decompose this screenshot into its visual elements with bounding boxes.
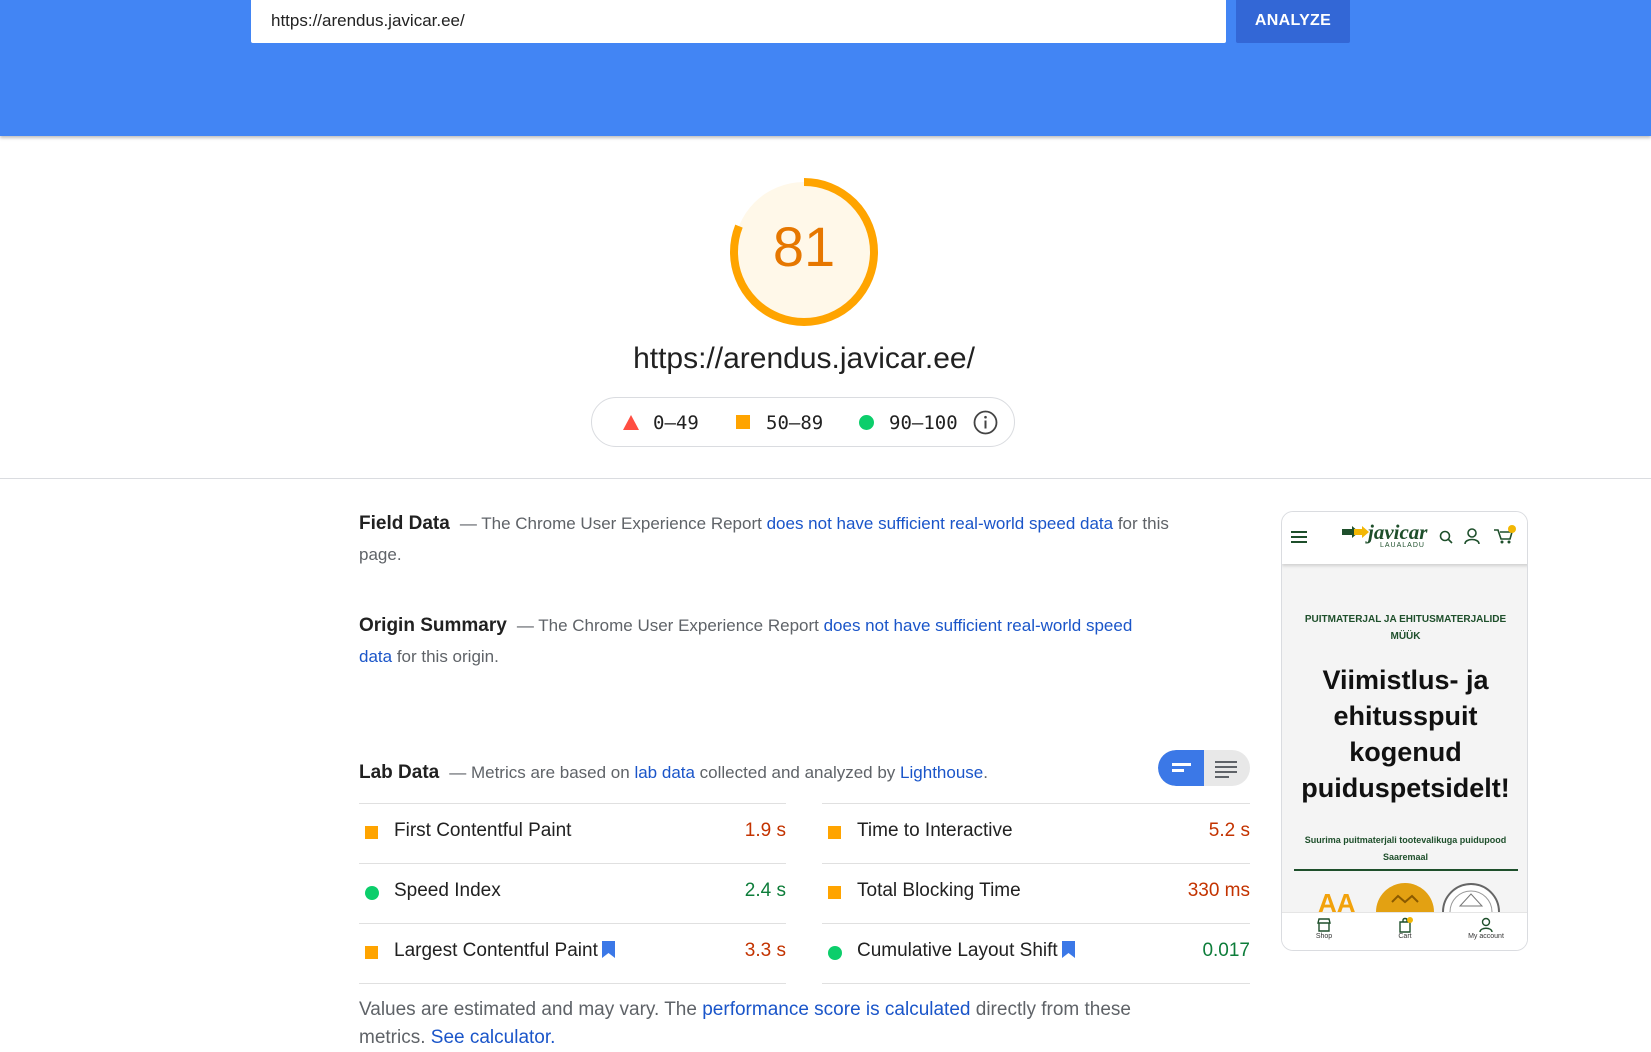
legend-average-range: 50–89	[766, 412, 824, 434]
lab-data-link[interactable]: lab data	[634, 763, 695, 782]
lab-data-text-middle: collected and analyzed by	[694, 763, 901, 782]
score-legend: 0–49 50–89 90–100	[591, 397, 1015, 447]
metric-value: 1.9 s	[744, 820, 786, 841]
legend-good-range: 90–100	[889, 412, 958, 434]
metric-label: Time to Interactive	[857, 820, 1013, 841]
origin-summary-text: — The Chrome User Experience Report	[516, 616, 824, 635]
origin-summary-section: Origin Summary — The Chrome User Experien…	[359, 610, 1169, 672]
metric-value: 5.2 s	[1208, 820, 1250, 841]
metric-label-text: Largest Contentful Paint	[394, 940, 598, 961]
origin-summary-title: Origin Summary	[359, 615, 507, 636]
lighthouse-link[interactable]: Lighthouse	[900, 763, 983, 782]
account-icon	[1479, 917, 1493, 933]
metric-label: Speed Index	[394, 880, 501, 901]
thumbnail-logo-sub: LAUALADU	[1380, 542, 1425, 549]
metric-row[interactable]: Total Blocking Time 330 ms	[822, 863, 1250, 923]
lab-data-title: Lab Data	[359, 762, 440, 783]
report-url: https://arendus.javicar.ee/	[633, 342, 975, 375]
field-data-title: Field Data	[359, 513, 450, 534]
field-data-section: Field Data — The Chrome User Experience R…	[359, 508, 1169, 570]
poor-triangle-icon	[623, 415, 639, 430]
page-screenshot-thumbnail: PUITMATERJAL JA EHITUSMATERJALIDE MÜÜK V…	[1281, 511, 1528, 951]
average-square-icon	[828, 886, 841, 899]
bar-view-button[interactable]	[1158, 750, 1204, 786]
disclaimer-text-before: Values are estimated and may vary. The	[359, 999, 703, 1020]
cart-icon	[1494, 525, 1516, 544]
legend-poor-range: 0–49	[653, 412, 699, 434]
section-divider	[0, 478, 1651, 479]
award-logo-icon: AA	[1318, 888, 1356, 912]
metrics-view-toggle[interactable]	[1158, 750, 1250, 786]
metric-row[interactable]: Cumulative Layout Shift 0.017	[822, 923, 1250, 984]
thumbnail-subtitle: Suurima puitmaterjali tootevalikuga puid…	[1304, 835, 1507, 862]
menu-icon	[1291, 531, 1307, 543]
list-icon	[1215, 761, 1237, 778]
thumbnail-bottom-nav: Shop Cart My account	[1282, 912, 1527, 950]
bookmark-icon	[601, 941, 615, 958]
thumbnail-nav-cart: Cart	[1375, 915, 1435, 940]
metric-value: 0.017	[1202, 940, 1250, 961]
info-icon[interactable]	[973, 410, 998, 435]
metrics-column-right: Time to Interactive 5.2 s Total Blocking…	[822, 803, 1250, 984]
average-square-icon	[736, 415, 750, 429]
metrics-column-left: First Contentful Paint 1.9 s Speed Index…	[359, 803, 786, 984]
average-square-icon	[828, 826, 841, 839]
analyze-button[interactable]: ANALYZE	[1236, 0, 1350, 43]
good-circle-icon	[859, 415, 874, 430]
metric-row[interactable]: Largest Contentful Paint 3.3 s	[359, 923, 786, 984]
metric-row[interactable]: Time to Interactive 5.2 s	[822, 803, 1250, 863]
metric-label-text: Cumulative Layout Shift	[857, 940, 1058, 961]
metric-label: First Contentful Paint	[394, 820, 572, 841]
metric-label: Largest Contentful Paint	[394, 940, 615, 962]
list-view-button[interactable]	[1204, 750, 1250, 786]
thumbnail-eyebrow: PUITMATERJAL JA EHITUSMATERJALIDE MÜÜK	[1304, 614, 1507, 642]
origin-summary-text-after: for this origin.	[392, 647, 499, 666]
thumbnail-nav-shop-label: Shop	[1315, 933, 1333, 940]
field-data-text: — The Chrome User Experience Report	[459, 514, 767, 533]
metric-value: 330 ms	[1187, 880, 1250, 901]
search-icon	[1439, 530, 1453, 544]
gold-badge-icon	[1376, 883, 1434, 912]
svg-text:AA: AA	[1318, 888, 1356, 912]
thumbnail-logo-text: javicar	[1368, 520, 1428, 544]
average-square-icon	[365, 826, 378, 839]
bookmark-icon	[1061, 941, 1075, 958]
field-data-link[interactable]: does not have sufficient real-world spee…	[767, 514, 1114, 533]
metric-label: Cumulative Layout Shift	[857, 940, 1075, 962]
metric-value: 2.4 s	[744, 880, 786, 901]
thumbnail-nav-shop: Shop	[1294, 915, 1354, 940]
score-calculated-link[interactable]: performance score is calculated	[702, 999, 970, 1020]
see-calculator-link[interactable]: See calculator.	[431, 1027, 556, 1048]
good-circle-icon	[828, 946, 842, 960]
lab-data-text-after: .	[983, 763, 988, 782]
store-icon	[1317, 918, 1331, 932]
thumbnail-nav-cart-label: Cart	[1398, 933, 1412, 940]
average-square-icon	[365, 946, 378, 959]
metric-value: 3.3 s	[744, 940, 786, 961]
thumbnail-headline: Viimistlus- ja ehitusspuit kogenud puidu…	[1301, 665, 1510, 803]
user-icon	[1464, 528, 1480, 545]
thumbnail-nav-account-label: My account	[1468, 933, 1504, 940]
performance-score: 81	[772, 215, 836, 278]
bar-chart-icon	[1172, 763, 1191, 772]
thumbnail-nav-account: My account	[1456, 915, 1516, 940]
good-circle-icon	[365, 886, 379, 900]
metric-label: Total Blocking Time	[857, 880, 1021, 901]
metric-row[interactable]: Speed Index 2.4 s	[359, 863, 786, 923]
header-bar: ANALYZE	[0, 0, 1651, 136]
thumbnail-hero: PUITMATERJAL JA EHITUSMATERJALIDE MÜÜK V…	[1282, 564, 1527, 912]
disclaimer-text: Values are estimated and may vary. The p…	[359, 996, 1179, 1052]
bag-icon	[1399, 917, 1413, 933]
thumbnail-rule	[1294, 869, 1518, 871]
lab-data-text: — Metrics are based on	[449, 763, 635, 782]
thumbnail-header: javicar LAUALADU	[1282, 512, 1527, 564]
seal-badge-icon	[1442, 883, 1500, 912]
metric-row[interactable]: First Contentful Paint 1.9 s	[359, 803, 786, 863]
lab-data-section: Lab Data — Metrics are based on lab data …	[359, 757, 1119, 788]
url-input[interactable]	[251, 0, 1226, 43]
